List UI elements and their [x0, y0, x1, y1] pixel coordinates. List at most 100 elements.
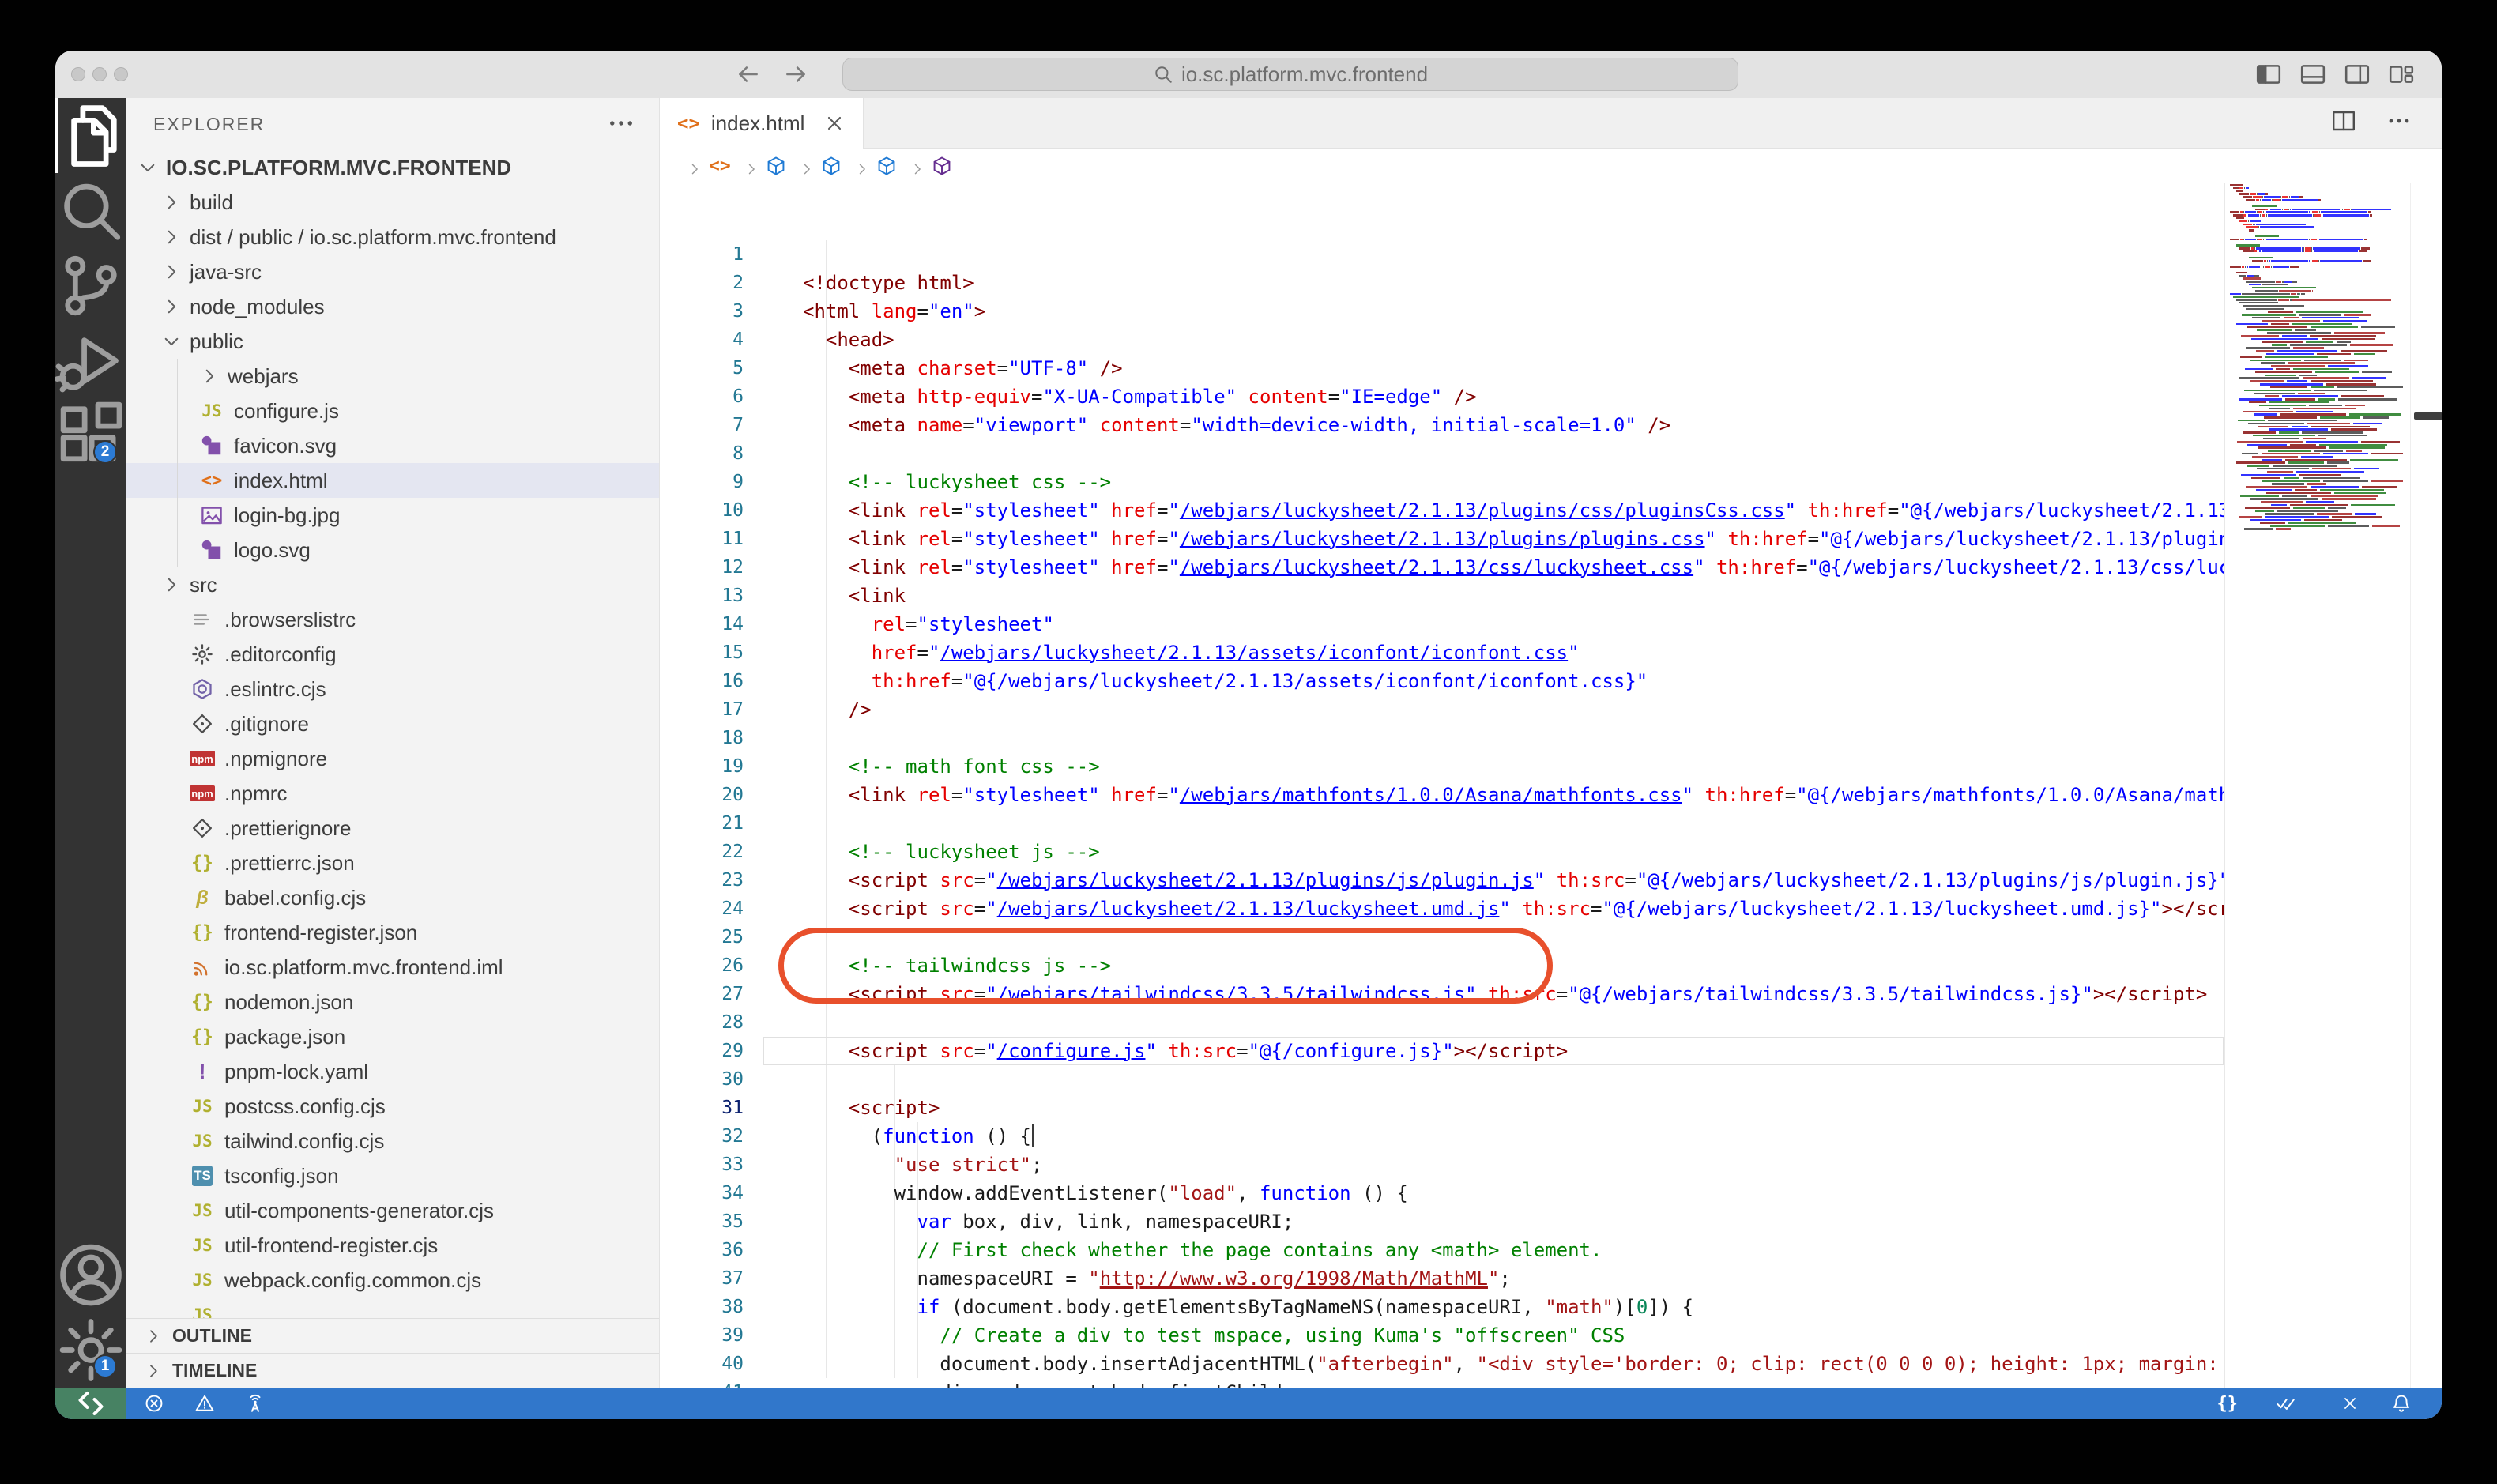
breadcrumb-item[interactable] [876, 156, 903, 176]
code-line-7[interactable]: 7 [660, 354, 2442, 382]
code-line-33[interactable]: 33 window.addEventListener("load", funct… [660, 1094, 2442, 1122]
code-line-27[interactable]: 27 [660, 923, 2442, 951]
explorer-item-public[interactable]: public [126, 324, 659, 359]
status-problems-errors[interactable] [144, 1393, 171, 1414]
explorer-item-index-html[interactable]: <> index.html [126, 463, 659, 498]
code-line-10[interactable]: 10 <link rel="stylesheet" href="/webjars… [660, 439, 2442, 468]
explorer-item-npmignore[interactable]: npm .npmignore [126, 741, 659, 776]
status-notifications[interactable] [2391, 1393, 2418, 1414]
remote-indicator[interactable] [55, 1388, 126, 1419]
activity-search[interactable] [55, 173, 126, 248]
code-line-34[interactable]: 34 var box, div, link, namespaceURI; [660, 1122, 2442, 1151]
explorer-item-build[interactable]: build [126, 185, 659, 220]
explorer-item-favicon-svg[interactable]: favicon.svg [126, 428, 659, 463]
explorer-item-tailwind-config-cjs[interactable]: JS tailwind.config.cjs [126, 1124, 659, 1158]
status-ports[interactable] [245, 1393, 272, 1414]
editor-more-actions-icon[interactable] [2386, 108, 2412, 137]
status-problems-warnings[interactable] [194, 1393, 221, 1414]
code-line-1[interactable]: 1 <!doctype html> [660, 183, 2442, 212]
explorer-item-package-json[interactable]: {} package.json [126, 1019, 659, 1054]
toggle-panel-icon[interactable] [2299, 61, 2326, 88]
code-line-12[interactable]: 12 <link [660, 496, 2442, 525]
explorer-item-webpack-config-common-cjs[interactable]: JS webpack.config.common.cjs [126, 1263, 659, 1298]
minimap[interactable] [2224, 183, 2411, 1388]
breadcrumb-item[interactable]: <> [709, 156, 737, 176]
code-line-26[interactable]: 26 <script src="/webjars/tailwindcss/3.3… [660, 895, 2442, 923]
code-line-17[interactable]: 17 [660, 638, 2442, 667]
code-line-41[interactable]: 41 box = div.firstChild.firstChild.getBo… [660, 1321, 2442, 1350]
traffic-light-close[interactable] [71, 67, 85, 81]
code-line-29[interactable]: 29 [660, 980, 2442, 1008]
activity-run-debug[interactable] [55, 323, 126, 398]
activity-settings[interactable]: 1 [55, 1313, 126, 1388]
code-line-31[interactable]: 31 (function () { [660, 1037, 2442, 1065]
code-line-15[interactable]: 15 th:href="@{/webjars/luckysheet/2.1.13… [660, 582, 2442, 610]
activity-extensions[interactable]: 2 [55, 398, 126, 473]
code-line-32[interactable]: 32 "use strict"; [660, 1065, 2442, 1094]
explorer-item-gitignore[interactable]: .gitignore [126, 706, 659, 741]
code-line-40[interactable]: 40 div = document.body.firstChild; [660, 1293, 2442, 1321]
history-back-icon[interactable] [735, 61, 762, 88]
toggle-secondary-sidebar-icon[interactable] [2344, 61, 2371, 88]
explorer-item-login-bg-jpg[interactable]: login-bg.jpg [126, 498, 659, 533]
explorer-item-pnpm-lock-yaml[interactable]: ! pnpm-lock.yaml [126, 1054, 659, 1089]
code-line-4[interactable]: 4 <meta charset="UTF-8" /> [660, 269, 2442, 297]
tab-index-html[interactable]: <> index.html [660, 98, 864, 149]
breadcrumb-item[interactable] [821, 156, 848, 176]
code-line-5[interactable]: 5 <meta http-equiv="X-UA-Compatible" con… [660, 297, 2442, 326]
explorer-item-editorconfig[interactable]: .editorconfig [126, 637, 659, 672]
code-line-22[interactable]: 22 <script src="/webjars/luckysheet/2.1.… [660, 781, 2442, 809]
explorer-item-util-frontend-register-cjs[interactable]: JS util-frontend-register.cjs [126, 1228, 659, 1263]
history-forward-icon[interactable] [782, 61, 809, 88]
traffic-light-zoom[interactable] [114, 67, 128, 81]
code-line-13[interactable]: 13 rel="stylesheet" [660, 525, 2442, 553]
activity-source-control[interactable] [55, 248, 126, 323]
explorer-item-browserslistrc[interactable]: .browserslistrc [126, 602, 659, 637]
code-line-35[interactable]: 35 // First check whether the page conta… [660, 1151, 2442, 1179]
code-line-14[interactable]: 14 href="/webjars/luckysheet/2.1.13/asse… [660, 553, 2442, 582]
explorer-item-logo-svg[interactable]: logo.svg [126, 533, 659, 567]
code-line-39[interactable]: 39 document.body.insertAdjacentHTML("aft… [660, 1264, 2442, 1293]
explorer-item-tsconfig-json[interactable]: TS tsconfig.json [126, 1158, 659, 1193]
activity-explorer[interactable] [55, 98, 126, 173]
panel-timeline[interactable]: TIMELINE [126, 1353, 659, 1388]
explorer-item-file[interactable]: JS [126, 1298, 659, 1318]
code-line-21[interactable]: 21 <!-- luckysheet js --> [660, 752, 2442, 781]
code-line-11[interactable]: 11 <link rel="stylesheet" href="/webjars… [660, 468, 2442, 496]
split-editor-icon[interactable] [2331, 108, 2356, 137]
explorer-item-java-src[interactable]: java-src [126, 254, 659, 289]
explorer-item-dist-public-io-sc-platform-mvc-frontend[interactable]: dist / public / io.sc.platform.mvc.front… [126, 220, 659, 254]
explorer-item-webjars[interactable]: webjars [126, 359, 659, 394]
code-line-8[interactable]: 8 <!-- luckysheet css --> [660, 382, 2442, 411]
code-line-42[interactable]: 42 document.body.removeChild(div); [660, 1350, 2442, 1378]
code-line-18[interactable]: 18 <!-- math font css --> [660, 667, 2442, 695]
code-line-16[interactable]: 16 /> [660, 610, 2442, 638]
explorer-item-configure-js[interactable]: JS configure.js [126, 394, 659, 428]
overview-ruler[interactable] [2410, 183, 2442, 1388]
breadcrumb-item[interactable] [932, 156, 959, 176]
explorer-item-nodemon-json[interactable]: {} nodemon.json [126, 985, 659, 1019]
explorer-item-npmrc[interactable]: npm .npmrc [126, 776, 659, 811]
explorer-item-util-components-generator-cjs[interactable]: JS util-components-generator.cjs [126, 1193, 659, 1228]
status-formatter[interactable] [2276, 1393, 2303, 1414]
code-line-23[interactable]: 23 <script src="/webjars/luckysheet/2.1.… [660, 809, 2442, 838]
breadcrumb-item[interactable] [766, 156, 793, 176]
code-line-38[interactable]: 38 // Create a div to test mspace, using… [660, 1236, 2442, 1264]
code-line-36[interactable]: 36 namespaceURI = "http://www.w3.org/199… [660, 1179, 2442, 1207]
code-line-30[interactable]: 30 <script> [660, 1008, 2442, 1037]
code-line-9[interactable]: 9 <link rel="stylesheet" href="/webjars/… [660, 411, 2442, 439]
customize-layout-icon[interactable] [2388, 61, 2415, 88]
explorer-item-postcss-config-cjs[interactable]: JS postcss.config.cjs [126, 1089, 659, 1124]
code-line-20[interactable]: 20 [660, 724, 2442, 752]
explorer-item-eslintrc-cjs[interactable]: .eslintrc.cjs [126, 672, 659, 706]
explorer-item-frontend-register-json[interactable]: {} frontend-register.json [126, 915, 659, 950]
code-line-2[interactable]: 2 <html lang="en"> [660, 212, 2442, 240]
activity-accounts[interactable] [55, 1237, 126, 1313]
code-line-28[interactable]: 28 <script src="/configure.js" th:src="@… [660, 951, 2442, 980]
explorer-item-root[interactable]: IO.SC.PLATFORM.MVC.FRONTEND [126, 150, 659, 185]
explorer-item-prettierrc-json[interactable]: {} .prettierrc.json [126, 846, 659, 880]
explorer-item-node-modules[interactable]: node_modules [126, 289, 659, 324]
code-line-25[interactable]: 25 <!-- tailwindcss js --> [660, 866, 2442, 895]
code-line-6[interactable]: 6 <meta name="viewport" content="width=d… [660, 326, 2442, 354]
traffic-light-minimize[interactable] [92, 67, 107, 81]
